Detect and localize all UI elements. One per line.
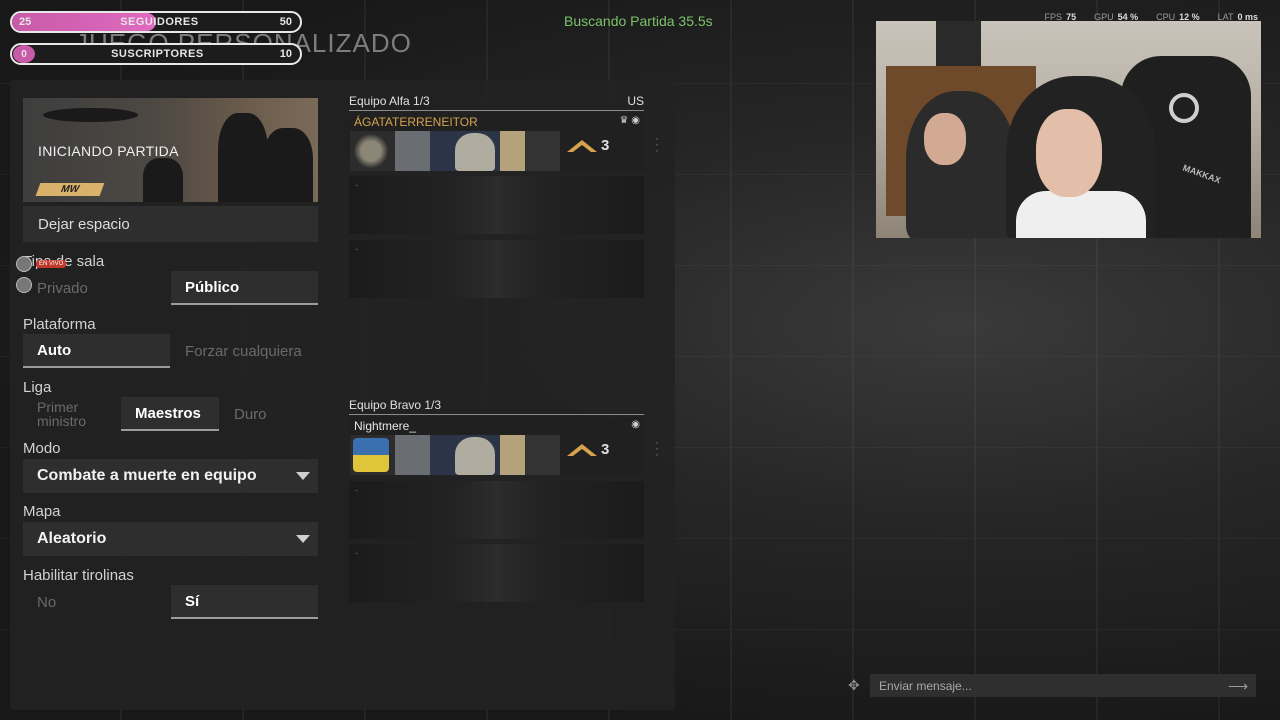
map-dropdown[interactable]: Aleatorio (23, 522, 318, 556)
more-options-icon[interactable]: · · · (655, 436, 659, 460)
webcam-overlay: MAKKAX (876, 21, 1261, 238)
crown-icon: ♛ ◉ (619, 115, 640, 126)
player-name: Nightmere_ (354, 419, 417, 433)
room-type-public[interactable]: Público (171, 271, 318, 305)
platform-icon: ◉ (631, 419, 640, 430)
empty-slot[interactable]: - (349, 240, 644, 298)
platform-force-any[interactable]: Forzar cualquiera (171, 334, 318, 368)
goal-label: SEGUIDORES (120, 16, 199, 28)
empty-slot[interactable]: - (349, 481, 644, 539)
matchmaking-status: Buscando Partida 35.5s (564, 13, 713, 29)
mode-value: Combate a muerte en equipo (37, 467, 257, 484)
followers-goal-bar: 25 SEGUIDORES 50 (10, 11, 302, 33)
live-badge: EN VIVO (36, 260, 67, 268)
goal-current: 0 (13, 45, 35, 63)
rank-icon (567, 444, 597, 456)
empty-slot[interactable]: - (349, 176, 644, 234)
player-card-bravo[interactable]: Nightmere_ ◉ 3 (349, 417, 644, 475)
rank-icon (567, 140, 597, 152)
platform-auto[interactable]: Auto (23, 334, 170, 368)
match-banner: INICIANDO PARTIDA MW (23, 98, 318, 202)
player-card-alfa[interactable]: ÁGATATERRENEITOR ♛ ◉ 3 (349, 113, 644, 171)
mode-label: Modo (23, 440, 61, 457)
person (906, 91, 1016, 238)
calling-card (350, 435, 560, 475)
team-bravo-header: Equipo Bravo 1/3 (349, 398, 644, 415)
team-alfa-region: US (627, 94, 644, 108)
operator-image (455, 133, 495, 171)
team-alfa-header: Equipo Alfa 1/3 US (349, 94, 644, 111)
chat-message-input[interactable]: Enviar mensaje... (870, 674, 1256, 697)
room-type-private[interactable]: Privado (23, 271, 170, 305)
operator-image (455, 437, 495, 475)
team-alfa-name: Equipo Alfa 1/3 (349, 94, 430, 108)
goal-current: 25 (19, 16, 32, 28)
league-option-premier[interactable]: Primer ministro (23, 397, 120, 431)
platform-label: Plataforma (23, 316, 96, 333)
ziplines-label: Habilitar tirolinas (23, 567, 134, 584)
league-option-hard[interactable]: Duro (220, 397, 318, 431)
goal-label: SUSCRIPTORES (111, 48, 204, 60)
chevron-down-icon (296, 535, 310, 543)
league-option-masters[interactable]: Maestros (121, 397, 219, 431)
map-value: Aleatorio (37, 530, 107, 547)
mw-logo: MW (35, 183, 105, 196)
leave-slot-button[interactable]: Dejar espacio (23, 206, 318, 242)
goal-target: 50 (279, 16, 292, 28)
subscribers-goal-bar: 0 SUSCRIPTORES 10 (10, 43, 302, 65)
player-level: 3 (601, 441, 610, 458)
chevron-down-icon (296, 472, 310, 480)
send-arrow-icon[interactable]: ⟶ (1228, 678, 1248, 695)
player-level: 3 (601, 137, 610, 154)
map-label: Mapa (23, 503, 61, 520)
more-options-icon[interactable]: · · · (655, 132, 659, 156)
flag-emblem-icon (353, 438, 389, 472)
empty-slot[interactable]: - (349, 544, 644, 602)
calling-card (350, 131, 560, 171)
chat-overlay-row: EN VIVO (16, 256, 67, 272)
skull-emblem-icon (353, 134, 389, 168)
chair-logo-icon (1169, 93, 1199, 123)
ziplines-yes[interactable]: Sí (171, 585, 318, 619)
ziplines-no[interactable]: No (23, 585, 170, 619)
gamepad-icon: ✥ (848, 677, 860, 693)
league-label: Liga (23, 379, 52, 396)
goal-target: 10 (279, 48, 292, 60)
player-name: ÁGATATERRENEITOR (354, 115, 478, 129)
avatar (16, 256, 32, 272)
banner-title: INICIANDO PARTIDA (38, 143, 179, 159)
mode-dropdown[interactable]: Combate a muerte en equipo (23, 459, 318, 493)
team-bravo-name: Equipo Bravo 1/3 (349, 398, 442, 412)
